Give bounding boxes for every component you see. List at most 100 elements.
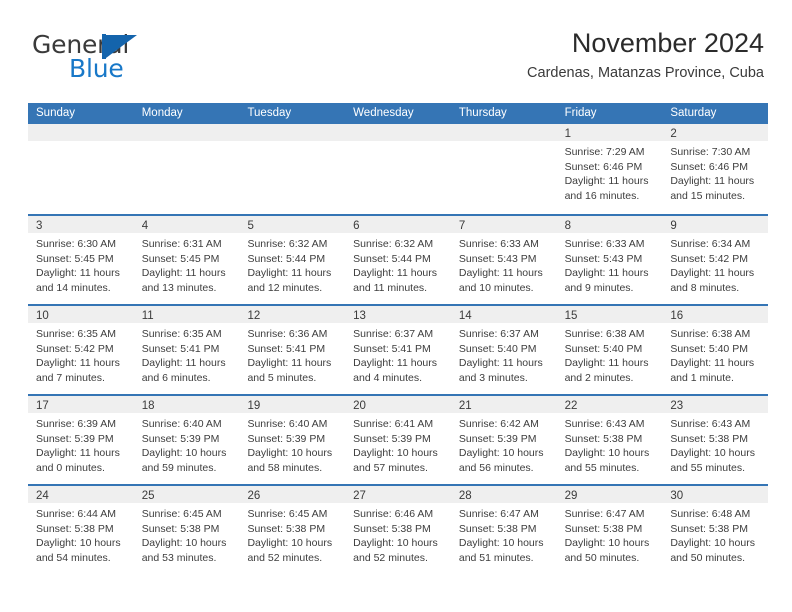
calendar-day-cell[interactable]: 4 Sunrise: 6:31 AM Sunset: 5:45 PM Daylight… — [133, 216, 240, 304]
day-number: 30 — [670, 490, 684, 502]
day-number: 19 — [247, 400, 261, 412]
day-sun-info: Sunrise: 6:38 AM Sunset: 5:40 PM Daylight:… — [662, 323, 768, 385]
calendar-day-cell[interactable]: 20 Sunrise: 6:41 AM Sunset: 5:39 PM Dayligh… — [345, 396, 451, 484]
calendar-day-cell[interactable]: 21 Sunrise: 6:42 AM Sunset: 5:39 PM Dayligh… — [450, 396, 557, 484]
calendar-day-cell[interactable]: 26 Sunrise: 6:45 AM Sunset: 5:38 PM Dayligh… — [239, 486, 346, 574]
day-number-band: 22 — [556, 396, 663, 413]
calendar-day-cell[interactable]: 22 Sunrise: 6:43 AM Sunset: 5:38 PM Dayligh… — [556, 396, 663, 484]
daylight-text-line1: Daylight: 11 hours — [670, 357, 755, 369]
calendar-day-cell[interactable]: 7 Sunrise: 6:33 AM Sunset: 5:43 PM Daylight… — [450, 216, 557, 304]
calendar-day-cell-empty — [450, 124, 557, 214]
daylight-text-line2: and 50 minutes. — [670, 551, 746, 564]
daylight-text-line2: and 0 minutes. — [36, 461, 105, 474]
day-number: 22 — [564, 400, 578, 412]
calendar-day-cell[interactable]: 16 Sunrise: 6:38 AM Sunset: 5:40 PM Dayligh… — [662, 306, 769, 394]
calendar-day-cell[interactable]: 18 Sunrise: 6:40 AM Sunset: 5:39 PM Dayligh… — [133, 396, 240, 484]
daylight-text-line2: and 55 minutes. — [564, 461, 640, 474]
day-number-band: 18 — [133, 396, 240, 413]
weekday-header-tuesday: Tuesday — [247, 107, 292, 119]
generalblue-logo[interactable]: General Blue — [32, 32, 232, 88]
day-number-band: 30 — [662, 486, 769, 503]
day-sun-info: Sunrise: 6:41 AM Sunset: 5:39 PM Daylight:… — [345, 413, 451, 475]
day-number: 13 — [353, 310, 366, 322]
day-number-band: 23 — [662, 396, 769, 413]
calendar-day-cell-empty — [133, 124, 240, 214]
day-number: 12 — [247, 310, 261, 322]
daylight-text-line2: and 57 minutes. — [353, 461, 428, 474]
day-sun-info: Sunrise: 6:45 AM Sunset: 5:38 PM Daylight:… — [239, 503, 345, 565]
calendar-day-cell[interactable]: 25 Sunrise: 6:45 AM Sunset: 5:38 PM Dayligh… — [133, 486, 240, 574]
location-subtitle: Cardenas, Matanzas Province, Cuba — [527, 65, 764, 82]
day-number: 6 — [353, 220, 360, 232]
day-sun-info: Sunrise: 6:36 AM Sunset: 5:41 PM Daylight:… — [239, 323, 345, 385]
weekday-header-thursday: Thursday — [458, 107, 507, 119]
calendar-day-cell[interactable]: 5 Sunrise: 6:32 AM Sunset: 5:44 PM Daylight… — [239, 216, 346, 304]
daylight-text-line1: Daylight: 11 hours — [36, 447, 120, 459]
calendar-day-cell[interactable]: 6 Sunrise: 6:32 AM Sunset: 5:44 PM Daylight… — [345, 216, 451, 304]
day-number: 23 — [670, 400, 684, 412]
daylight-text-line1: Daylight: 10 hours — [247, 537, 333, 549]
sunset-text: Sunset: 5:41 PM — [141, 342, 220, 355]
day-sun-info: Sunrise: 6:40 AM Sunset: 5:39 PM Daylight:… — [239, 413, 345, 475]
calendar-day-cell[interactable]: 23 Sunrise: 6:43 AM Sunset: 5:38 PM Dayligh… — [662, 396, 769, 484]
daylight-text-line2: and 14 minutes. — [36, 281, 111, 294]
daylight-text-line1: Daylight: 10 hours — [564, 447, 650, 459]
day-sun-info: Sunrise: 6:38 AM Sunset: 5:40 PM Daylight:… — [557, 323, 663, 385]
sunset-text: Sunset: 5:45 PM — [36, 252, 114, 265]
sunset-text: Sunset: 5:39 PM — [141, 432, 220, 445]
day-number: 21 — [458, 400, 472, 412]
calendar-day-cell[interactable]: 10 Sunrise: 6:35 AM Sunset: 5:42 PM Dayligh… — [28, 306, 134, 394]
calendar-week-row: 1 Sunrise: 7:29 AM Sunset: 6:46 PM Daylight… — [28, 124, 769, 214]
calendar-day-cell[interactable]: 13 Sunrise: 6:37 AM Sunset: 5:41 PM Dayligh… — [345, 306, 451, 394]
daylight-text-line1: Daylight: 11 hours — [670, 267, 755, 279]
sunrise-text: Sunrise: 6:45 AM — [141, 508, 222, 520]
calendar-day-cell[interactable]: 27 Sunrise: 6:46 AM Sunset: 5:38 PM Dayligh… — [345, 486, 451, 574]
calendar-day-cell[interactable]: 9 Sunrise: 6:34 AM Sunset: 5:42 PM Daylight… — [662, 216, 769, 304]
daylight-text-line2: and 16 minutes. — [564, 189, 640, 202]
sunset-text: Sunset: 5:41 PM — [247, 342, 326, 355]
sunrise-text: Sunrise: 6:33 AM — [564, 238, 645, 250]
calendar-day-cell[interactable]: 2 Sunrise: 7:30 AM Sunset: 6:46 PM Daylight… — [662, 124, 769, 214]
sunset-text: Sunset: 5:42 PM — [670, 252, 748, 265]
sunset-text: Sunset: 5:38 PM — [353, 522, 431, 535]
daylight-text-line1: Daylight: 10 hours — [670, 447, 755, 459]
daylight-text-line1: Daylight: 11 hours — [36, 357, 120, 369]
sunset-text: Sunset: 5:39 PM — [353, 432, 431, 445]
daylight-text-line2: and 52 minutes. — [247, 551, 323, 564]
calendar-day-cell[interactable]: 14 Sunrise: 6:37 AM Sunset: 5:40 PM Dayligh… — [450, 306, 557, 394]
calendar-day-cell[interactable]: 19 Sunrise: 6:40 AM Sunset: 5:39 PM Dayligh… — [239, 396, 346, 484]
calendar-day-cell[interactable]: 17 Sunrise: 6:39 AM Sunset: 5:39 PM Dayligh… — [28, 396, 134, 484]
sunset-text: Sunset: 6:46 PM — [670, 160, 748, 173]
daylight-text-line2: and 5 minutes. — [247, 371, 317, 384]
daylight-text-line2: and 1 minute. — [670, 371, 734, 384]
calendar-week-row: 24 Sunrise: 6:44 AM Sunset: 5:38 PM Dayligh… — [28, 484, 769, 574]
calendar-day-cell[interactable]: 8 Sunrise: 6:33 AM Sunset: 5:43 PM Daylight… — [556, 216, 663, 304]
daylight-text-line1: Daylight: 10 hours — [564, 537, 650, 549]
sunset-text: Sunset: 5:41 PM — [353, 342, 431, 355]
sunrise-text: Sunrise: 6:33 AM — [458, 238, 539, 250]
day-number-band — [450, 124, 557, 141]
sunrise-text: Sunrise: 6:30 AM — [36, 238, 116, 250]
calendar-day-cell[interactable]: 1 Sunrise: 7:29 AM Sunset: 6:46 PM Daylight… — [556, 124, 663, 214]
day-sun-info: Sunrise: 6:48 AM Sunset: 5:38 PM Daylight:… — [662, 503, 768, 565]
calendar-week-row: 10 Sunrise: 6:35 AM Sunset: 5:42 PM Dayligh… — [28, 304, 769, 394]
calendar-day-cell[interactable]: 28 Sunrise: 6:47 AM Sunset: 5:38 PM Dayligh… — [450, 486, 557, 574]
calendar-day-cell[interactable]: 24 Sunrise: 6:44 AM Sunset: 5:38 PM Dayligh… — [28, 486, 134, 574]
day-number: 1 — [564, 128, 571, 140]
day-sun-info: Sunrise: 6:43 AM Sunset: 5:38 PM Daylight:… — [662, 413, 768, 475]
calendar-day-cell[interactable]: 3 Sunrise: 6:30 AM Sunset: 5:45 PM Daylight… — [28, 216, 134, 304]
calendar-day-cell[interactable]: 12 Sunrise: 6:36 AM Sunset: 5:41 PM Dayligh… — [239, 306, 346, 394]
calendar-day-cell[interactable]: 30 Sunrise: 6:48 AM Sunset: 5:38 PM Dayligh… — [662, 486, 769, 574]
day-sun-info: Sunrise: 6:35 AM Sunset: 5:41 PM Daylight:… — [134, 323, 240, 385]
sunrise-text: Sunrise: 6:44 AM — [36, 508, 116, 520]
day-number: 16 — [670, 310, 684, 322]
calendar-day-cell[interactable]: 29 Sunrise: 6:47 AM Sunset: 5:38 PM Dayligh… — [556, 486, 663, 574]
sunrise-text: Sunrise: 6:48 AM — [670, 508, 751, 520]
day-number: 29 — [564, 490, 578, 502]
calendar-day-cell[interactable]: 11 Sunrise: 6:35 AM Sunset: 5:41 PM Dayligh… — [133, 306, 240, 394]
sunrise-text: Sunrise: 6:43 AM — [670, 418, 751, 430]
daylight-text-line2: and 56 minutes. — [458, 461, 534, 474]
day-number-band: 24 — [28, 486, 134, 503]
day-number: 3 — [36, 220, 43, 232]
calendar-day-cell[interactable]: 15 Sunrise: 6:38 AM Sunset: 5:40 PM Dayligh… — [556, 306, 663, 394]
